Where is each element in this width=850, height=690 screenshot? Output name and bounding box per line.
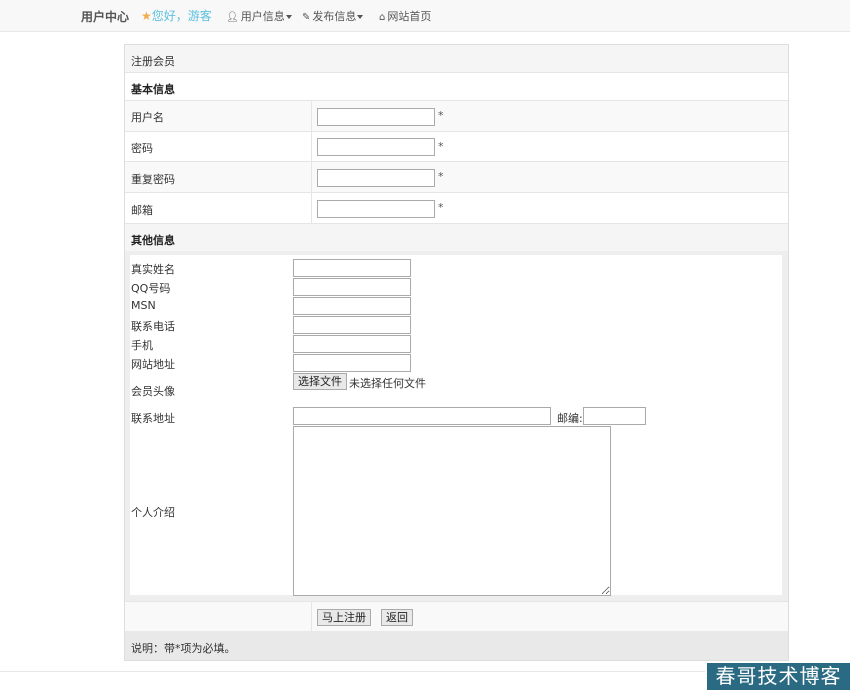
password-input[interactable] [317, 138, 435, 156]
section-basic-row: 基本信息 [125, 73, 788, 101]
nav-publish-info[interactable]: ✎ 发布信息 [302, 8, 364, 24]
username-input[interactable] [317, 108, 435, 126]
nav-home[interactable]: ⌂ 网站首页 [379, 8, 431, 24]
postcode-label: 邮编: [557, 412, 583, 425]
back-button[interactable]: 返回 [381, 609, 413, 626]
password-repeat-input[interactable] [317, 169, 435, 187]
watermark: 春哥技术博客 [707, 663, 850, 690]
form-title: 注册会员 [131, 55, 175, 68]
section-other-row: 其他信息 [125, 224, 788, 251]
email-row: 邮箱 * [125, 193, 788, 224]
top-navbar: 用户中心 ★您好，游客 👤︎ 用户信息 ✎ 发布信息 ⌂ 网站首页 [0, 0, 850, 32]
register-form: 注册会员 基本信息 用户名 * 密码 * 重复密码 * 邮箱 * 其他信息 真实… [124, 44, 789, 661]
form-note-row: 说明：带*项为必填。 [125, 631, 788, 660]
mobile-input[interactable] [293, 335, 411, 353]
avatar-label: 会员头像 [131, 385, 175, 398]
user-icon: 👤︎ [226, 12, 239, 23]
nav-user-info-label: 用户信息 [240, 10, 285, 23]
no-file-text: 未选择任何文件 [349, 377, 426, 390]
required-mark: * [438, 140, 444, 153]
star-icon: ★ [141, 9, 152, 23]
website-label: 网站地址 [131, 358, 175, 371]
submit-button[interactable]: 马上注册 [317, 609, 371, 626]
nav-user-info[interactable]: 👤︎ 用户信息 [226, 8, 292, 24]
msn-input[interactable] [293, 297, 411, 315]
password-row: 密码 * [125, 132, 788, 162]
password-repeat-label: 重复密码 [131, 173, 175, 186]
column-divider [311, 162, 312, 192]
website-input[interactable] [293, 354, 411, 372]
greeting: ★您好，游客 [141, 7, 212, 24]
address-label: 联系地址 [131, 412, 175, 425]
email-label: 邮箱 [131, 204, 153, 217]
required-mark: * [438, 109, 444, 122]
username-row: 用户名 * [125, 101, 788, 132]
username-label: 用户名 [131, 111, 164, 124]
password-label: 密码 [131, 142, 153, 155]
password-repeat-row: 重复密码 * [125, 162, 788, 193]
caret-down-icon [285, 15, 292, 19]
greeting-text: 您好，游客 [151, 9, 212, 23]
postcode-input[interactable] [583, 407, 646, 425]
column-divider [311, 132, 312, 161]
bio-textarea[interactable] [293, 426, 611, 596]
address-input[interactable] [293, 407, 551, 425]
other-info-table: 真实姓名 QQ号码 MSN 联系电话 手机 网站地址 会员头像 选择文件 未选择… [130, 255, 782, 596]
column-divider [311, 101, 312, 131]
choose-file-button[interactable]: 选择文件 [293, 373, 347, 390]
brand-link[interactable]: 用户中心 [81, 8, 129, 25]
real-name-input[interactable] [293, 259, 411, 277]
phone-input[interactable] [293, 316, 411, 334]
required-mark: * [438, 170, 444, 183]
section-other-heading: 其他信息 [131, 234, 175, 247]
caret-down-icon [357, 15, 364, 19]
phone-label: 联系电话 [131, 320, 175, 333]
bio-label: 个人介绍 [131, 506, 175, 519]
form-note: 说明：带*项为必填。 [131, 642, 236, 655]
msn-label: MSN [131, 299, 156, 312]
column-divider [311, 602, 312, 631]
column-divider [311, 193, 312, 223]
mobile-label: 手机 [131, 339, 153, 352]
real-name-label: 真实姓名 [131, 263, 175, 276]
home-icon: ⌂ [379, 12, 386, 23]
email-input[interactable] [317, 200, 435, 218]
required-mark: * [438, 201, 444, 214]
qq-label: QQ号码 [131, 282, 171, 295]
nav-home-label: 网站首页 [387, 10, 432, 23]
form-title-row: 注册会员 [125, 45, 788, 73]
other-info-container: 真实姓名 QQ号码 MSN 联系电话 手机 网站地址 会员头像 选择文件 未选择… [125, 251, 788, 601]
actions-row: 马上注册 返回 [125, 601, 788, 632]
nav-publish-info-label: 发布信息 [312, 10, 357, 23]
qq-input[interactable] [293, 278, 411, 296]
section-basic-heading: 基本信息 [131, 83, 175, 96]
page-divider [0, 671, 705, 672]
edit-icon: ✎ [302, 12, 311, 23]
